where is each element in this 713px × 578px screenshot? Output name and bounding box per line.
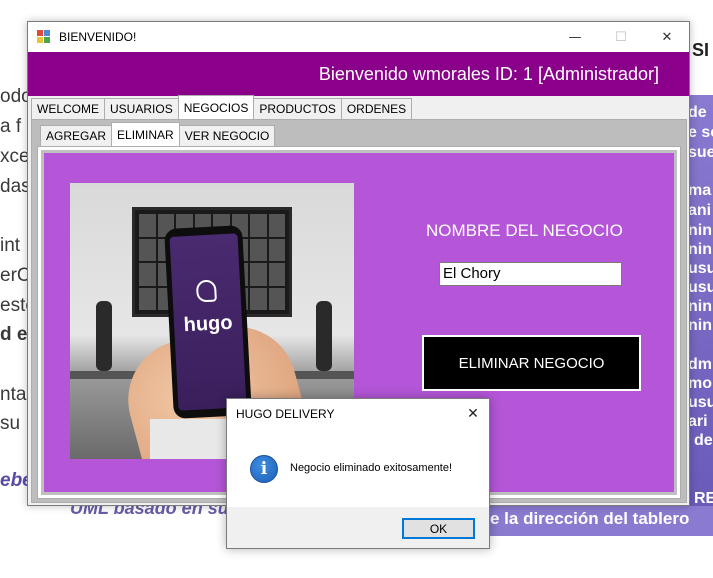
- bg-text: usu: [688, 260, 713, 277]
- tab-agregar[interactable]: AGREGAR: [40, 125, 113, 146]
- welcome-text: Bienvenido wmorales ID: 1 [Administrador…: [318, 64, 659, 84]
- maximize-icon: ☐: [615, 29, 627, 45]
- bg-text: SI: [692, 40, 710, 60]
- speaker-right: [316, 301, 332, 371]
- dialog-close-button[interactable]: ✕: [457, 401, 489, 427]
- tab-eliminar[interactable]: ELIMINAR: [111, 122, 180, 146]
- title-bar[interactable]: BIENVENIDO! — ☐ ✕: [28, 22, 689, 52]
- app-icon: [37, 30, 51, 44]
- dialog-message: Negocio eliminado exitosamente!: [290, 462, 453, 474]
- minimize-button[interactable]: —: [552, 22, 598, 52]
- nombre-negocio-input[interactable]: El Chory: [439, 262, 622, 286]
- tab-welcome[interactable]: WELCOME: [31, 98, 106, 119]
- bg-text: nin: [688, 298, 712, 315]
- minimize-icon: —: [568, 29, 582, 45]
- bg-text: sue: [688, 144, 713, 161]
- message-dialog: HUGO DELIVERY ✕ i Negocio eliminado exit…: [226, 398, 490, 549]
- bg-text: dm: [688, 356, 712, 373]
- phone-screen: hugo: [169, 233, 247, 411]
- bg-text: su: [0, 413, 21, 434]
- tab-ver-negocio[interactable]: VER NEGOCIO: [178, 125, 276, 146]
- negocios-sub-tabs: AGREGAR ELIMINAR VER NEGOCIO: [40, 122, 276, 147]
- bg-text: int: [0, 235, 21, 256]
- eliminar-negocio-button[interactable]: ELIMINAR NEGOCIO: [422, 335, 641, 391]
- bg-text: de: [688, 104, 707, 121]
- desktop: odo a f xce das int erC estc d es nta su…: [0, 0, 713, 578]
- info-glyph: i: [260, 459, 268, 479]
- tab-usuarios[interactable]: USUARIOS: [104, 98, 179, 119]
- bg-text: ari: [688, 413, 708, 430]
- welcome-header: Bienvenido wmorales ID: 1 [Administrador…: [28, 52, 689, 96]
- background-document-right: [686, 28, 713, 95]
- bg-text: a f: [0, 116, 22, 137]
- bg-text: nin: [688, 241, 712, 258]
- hugo-logo-icon: [195, 279, 217, 303]
- bg-text: e so: [688, 124, 713, 141]
- ok-button[interactable]: OK: [402, 518, 475, 539]
- bg-text: ani: [688, 202, 712, 219]
- bg-text: nin: [688, 317, 712, 334]
- speaker-left: [96, 301, 112, 371]
- bg-text: nin: [688, 222, 712, 239]
- tab-productos[interactable]: PRODUCTOS: [253, 98, 342, 119]
- bg-text: usu: [688, 279, 713, 296]
- close-icon: ✕: [661, 29, 673, 45]
- maximize-button[interactable]: ☐: [598, 22, 644, 52]
- bg-text: e la dirección del tablero: [490, 509, 690, 528]
- bg-text: ma: [688, 182, 712, 199]
- bg-text: de: [694, 432, 713, 449]
- bg-text: nta: [0, 384, 27, 405]
- close-icon: ✕: [467, 406, 479, 422]
- nombre-negocio-label: NOMBRE DEL NEGOCIO: [426, 221, 623, 240]
- dialog-footer: OK: [227, 507, 489, 548]
- close-button[interactable]: ✕: [644, 22, 690, 52]
- main-tabs: WELCOME USUARIOS NEGOCIOS PRODUCTOS ORDE…: [31, 95, 413, 120]
- phone-graphic: hugo: [164, 225, 252, 419]
- dialog-title: HUGO DELIVERY: [236, 407, 335, 421]
- window-title: BIENVENIDO!: [59, 30, 137, 44]
- tab-ordenes[interactable]: ORDENES: [340, 98, 413, 119]
- info-icon: i: [250, 455, 278, 483]
- hugo-logo-text: hugo: [183, 311, 234, 337]
- bg-text: usu: [688, 394, 713, 411]
- tab-negocios[interactable]: NEGOCIOS: [177, 95, 255, 119]
- bg-text: xce: [0, 146, 30, 167]
- bg-text: mo: [688, 375, 712, 392]
